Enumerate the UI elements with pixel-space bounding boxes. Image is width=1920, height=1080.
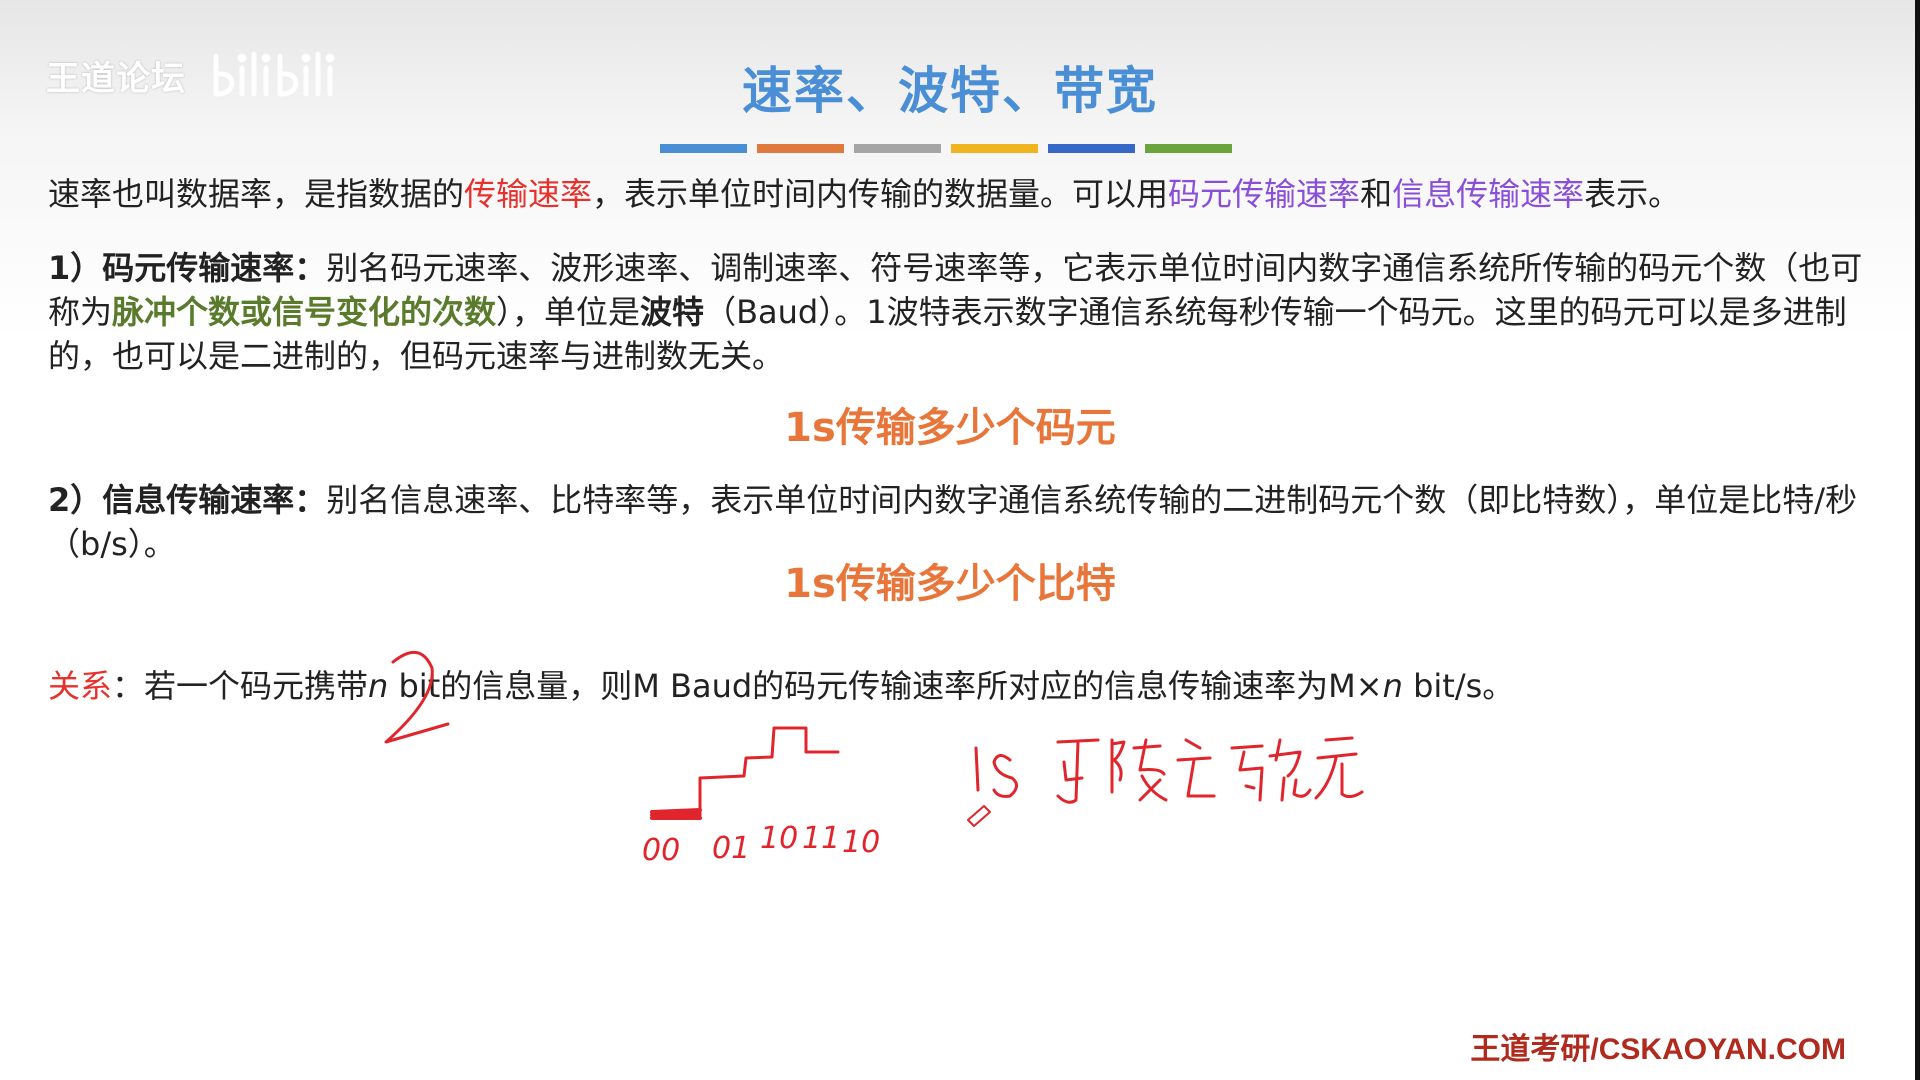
emphasis-bits-per-second: 1s传输多少个比特 [784,561,1116,607]
relation-text: bit/s。 [1402,667,1515,705]
window-right-edge [1915,0,1920,1080]
intro-text: ，表示单位时间内传输的数据量。可以用 [592,175,1169,213]
color-bar-segment [660,144,747,153]
relation-variable-n: n [368,667,389,705]
slide-canvas: 王道论坛 速率、波特、带宽 速率也叫数据率，是指数据的传输速率，表示单位时间内传… [0,0,1920,1080]
symbol-rate-text: ），单位是 [496,293,641,331]
color-bar-segment [854,144,941,153]
slide-title: 速率、波特、带宽 [742,62,1158,120]
color-bar-segment [1048,144,1135,153]
color-bar-segment [757,144,844,153]
highlight-symbol-rate: 码元传输速率 [1168,175,1361,213]
color-bar-segment [951,144,1038,153]
relation-paragraph: 关系：若一个码元携带n bit的信息量，则M Baud的码元传输速率所对应的信息… [48,664,1878,708]
relation-text: bit的信息量，则M Baud的码元传输速率所对应的信息传输速率为M× [388,667,1383,705]
footer-brand: 王道考研/CSKAOYAN.COM [1470,1033,1846,1066]
intro-text: 和 [1360,175,1393,213]
information-rate-paragraph: 2）信息传输速率：别名信息速率、比特率等，表示单位时间内数字通信系统传输的二进制… [48,478,1878,566]
information-rate-label: 2）信息传输速率： [48,481,327,519]
waveform-label: 10 [760,821,798,856]
highlight-information-rate: 信息传输速率 [1392,175,1585,213]
handwritten-note-strokes [974,736,1364,804]
intro-text: 表示。 [1584,175,1681,213]
baud-unit: 波特 [640,293,705,331]
intro-paragraph: 速率也叫数据率，是指数据的传输速率，表示单位时间内传输的数据量。可以用码元传输速… [48,172,1878,216]
relation-variable-n: n [1382,667,1403,705]
symbol-rate-paragraph: 1）码元传输速率：别名码元速率、波形速率、调制速率、符号速率等，它表示单位时间内… [48,246,1878,378]
highlight-pulse-count: 脉冲个数或信号变化的次数 [112,293,497,331]
title-color-bar [660,144,1232,153]
highlight-transmission-rate: 传输速率 [464,175,593,213]
relation-label: 关系 [48,667,113,705]
waveform-label: 01 [712,831,750,866]
waveform-label: 10 [842,825,880,860]
pen-cursor-icon [967,805,991,827]
waveform-label: 00 [642,833,680,868]
symbol-rate-label: 1）码元传输速率： [48,249,327,287]
handwritten-step-waveform [652,726,840,819]
relation-text: ：若一个码元携带 [112,667,369,705]
waveform-label: 11 [802,821,840,856]
emphasis-symbols-per-second: 1s传输多少个码元 [784,405,1116,451]
intro-text: 速率也叫数据率，是指数据的 [48,175,465,213]
color-bar-segment [1145,144,1232,153]
waveform-baseline-scribble [650,808,702,820]
waveform-labels: 00 01 10 11 10 [642,821,880,868]
